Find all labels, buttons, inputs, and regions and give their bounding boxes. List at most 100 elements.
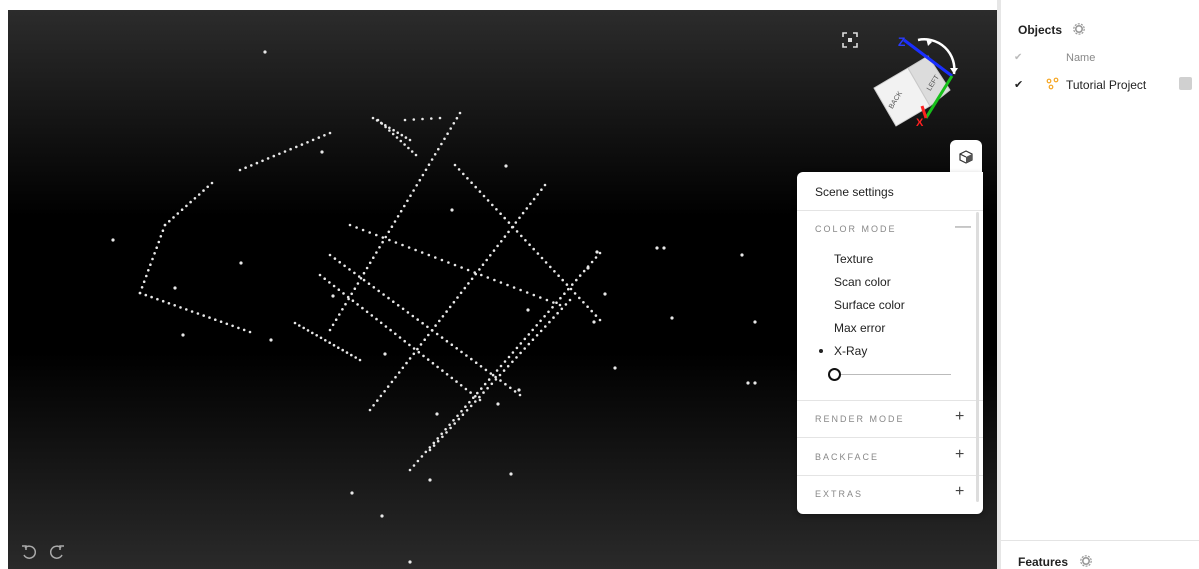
point (293, 321, 297, 325)
point (440, 432, 444, 436)
render-mode-header[interactable]: RENDER MODE (815, 414, 905, 424)
column-name-header[interactable]: Name (1066, 52, 1095, 64)
point (189, 200, 192, 204)
point (377, 289, 381, 293)
point (412, 118, 416, 121)
point (403, 339, 407, 343)
point (390, 225, 394, 228)
expand-icon[interactable]: + (955, 447, 964, 463)
point (594, 256, 598, 259)
point (390, 380, 394, 384)
point (328, 341, 332, 345)
point (613, 366, 617, 370)
point (518, 393, 522, 397)
point (190, 310, 194, 313)
point (543, 183, 547, 187)
point (453, 263, 457, 267)
point (474, 361, 478, 365)
point (513, 390, 517, 393)
color-option-max-error[interactable]: Max error (834, 321, 885, 335)
point (450, 343, 454, 347)
fit-view-icon[interactable] (840, 30, 860, 50)
redo-icon[interactable] (48, 543, 66, 561)
point (379, 321, 383, 325)
point (157, 240, 161, 244)
divider (797, 210, 983, 211)
point (539, 329, 543, 333)
color-option-texture[interactable]: Texture (834, 252, 873, 266)
view-cube[interactable]: Z X BACK LEFT (868, 34, 964, 130)
3d-viewport[interactable]: Z X BACK LEFT Scene settings COLOR MODE … (0, 0, 999, 569)
scene-settings-toggle[interactable] (950, 140, 982, 174)
point (459, 291, 463, 295)
point (438, 116, 442, 120)
color-option-scan-color[interactable]: Scan color (834, 275, 891, 289)
object-name-tutorial-project[interactable]: Tutorial Project (1066, 78, 1146, 92)
point (289, 147, 292, 151)
point (586, 305, 589, 309)
collapse-icon[interactable]: — (955, 219, 971, 235)
point (351, 299, 355, 303)
gear-icon[interactable] (1080, 555, 1092, 567)
point (746, 381, 750, 385)
point (478, 190, 482, 193)
point (412, 352, 416, 356)
row-visibility-check[interactable]: ✔ (1014, 78, 1023, 91)
color-option-xray[interactable]: X-Ray (834, 344, 867, 358)
xray-slider-track[interactable] (835, 374, 951, 375)
point (540, 256, 544, 260)
point (532, 293, 536, 297)
point (431, 361, 435, 365)
point (509, 386, 512, 390)
point (521, 211, 525, 215)
point (318, 273, 322, 277)
point (353, 271, 356, 275)
color-option-surface-color[interactable]: Surface color (834, 298, 905, 312)
point (155, 246, 158, 249)
point (431, 329, 434, 332)
point (458, 111, 462, 115)
color-mode-header[interactable]: COLOR MODE (815, 224, 897, 234)
extras-header[interactable]: EXTRAS (815, 489, 863, 499)
point (263, 50, 267, 54)
point (388, 238, 391, 242)
point (502, 369, 506, 372)
object-color-swatch[interactable] (1179, 77, 1192, 90)
point (266, 157, 270, 160)
divider (1001, 540, 1199, 541)
point (181, 333, 185, 337)
point (420, 251, 424, 254)
point (449, 127, 453, 130)
point (445, 373, 449, 376)
point (196, 312, 200, 315)
point (495, 208, 498, 211)
point (515, 346, 519, 350)
point (365, 310, 369, 314)
undo-icon[interactable] (20, 543, 38, 561)
panel-divider[interactable] (997, 0, 1001, 569)
point (536, 252, 540, 255)
point (173, 286, 177, 290)
point (399, 139, 403, 143)
gear-icon[interactable] (1073, 23, 1085, 35)
expand-icon[interactable]: + (955, 484, 964, 500)
point (342, 292, 345, 295)
point (523, 347, 526, 350)
point (558, 303, 562, 307)
backface-header[interactable]: BACKFACE (815, 452, 879, 462)
point (499, 379, 502, 382)
point (552, 301, 555, 304)
point (244, 166, 247, 169)
xray-slider-thumb[interactable] (828, 368, 841, 381)
panel-scrollbar[interactable] (976, 212, 979, 502)
point (346, 295, 350, 299)
point (424, 168, 428, 172)
point (248, 330, 252, 334)
point (242, 328, 246, 332)
point (403, 118, 407, 122)
expand-icon[interactable]: + (955, 409, 964, 425)
point (355, 226, 358, 229)
divider (797, 475, 983, 476)
point (460, 409, 463, 413)
point (474, 395, 477, 398)
